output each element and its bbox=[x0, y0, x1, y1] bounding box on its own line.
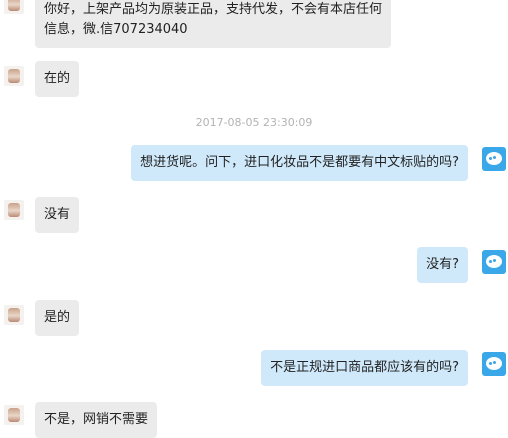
seller-avatar-icon[interactable] bbox=[4, 405, 24, 425]
message-timestamp: 2017-08-05 23:30:09 bbox=[195, 116, 313, 129]
message-text: 没有 bbox=[44, 207, 71, 222]
message-text: 你好，上架产品均为原装正品，支持代发，不会有本店任何 bbox=[44, 2, 383, 17]
message-text: 没有? bbox=[426, 257, 459, 272]
message-bubble-seller: 没有 bbox=[35, 197, 80, 233]
message-text: 是的 bbox=[44, 310, 71, 325]
message-bubble-buyer: 想进货呢。问下，进口化妆品不是都要有中文标贴的吗? bbox=[131, 145, 468, 181]
seller-avatar-icon[interactable] bbox=[4, 66, 24, 86]
buyer-avatar-icon[interactable] bbox=[482, 147, 506, 171]
message-bubble-buyer: 不是正规进口商品都应该有的吗? bbox=[261, 350, 468, 386]
message-text: 信息，微.信707234040 bbox=[44, 22, 188, 37]
message-bubble-seller: 在的 bbox=[35, 61, 80, 97]
buyer-avatar-icon[interactable] bbox=[482, 250, 506, 274]
seller-avatar-icon[interactable] bbox=[4, 0, 24, 14]
message-bubble-seller: 你好，上架产品均为原装正品，支持代发，不会有本店任何 信息，微.信7072340… bbox=[35, 0, 392, 48]
message-text: 想进货呢。问下，进口化妆品不是都要有中文标贴的吗? bbox=[140, 155, 459, 170]
message-text: 不是，网销不需要 bbox=[44, 412, 149, 427]
message-text: 在的 bbox=[44, 71, 71, 86]
seller-avatar-icon[interactable] bbox=[4, 200, 24, 220]
message-bubble-buyer: 没有? bbox=[417, 247, 468, 283]
message-bubble-seller: 不是，网销不需要 bbox=[35, 402, 158, 438]
message-text: 不是正规进口商品都应该有的吗? bbox=[270, 360, 459, 375]
chat-history: 你好，上架产品均为原装正品，支持代发，不会有本店任何 信息，微.信7072340… bbox=[0, 0, 508, 438]
buyer-avatar-icon[interactable] bbox=[482, 352, 506, 376]
seller-avatar-icon[interactable] bbox=[4, 305, 24, 325]
message-bubble-seller: 是的 bbox=[35, 300, 80, 336]
